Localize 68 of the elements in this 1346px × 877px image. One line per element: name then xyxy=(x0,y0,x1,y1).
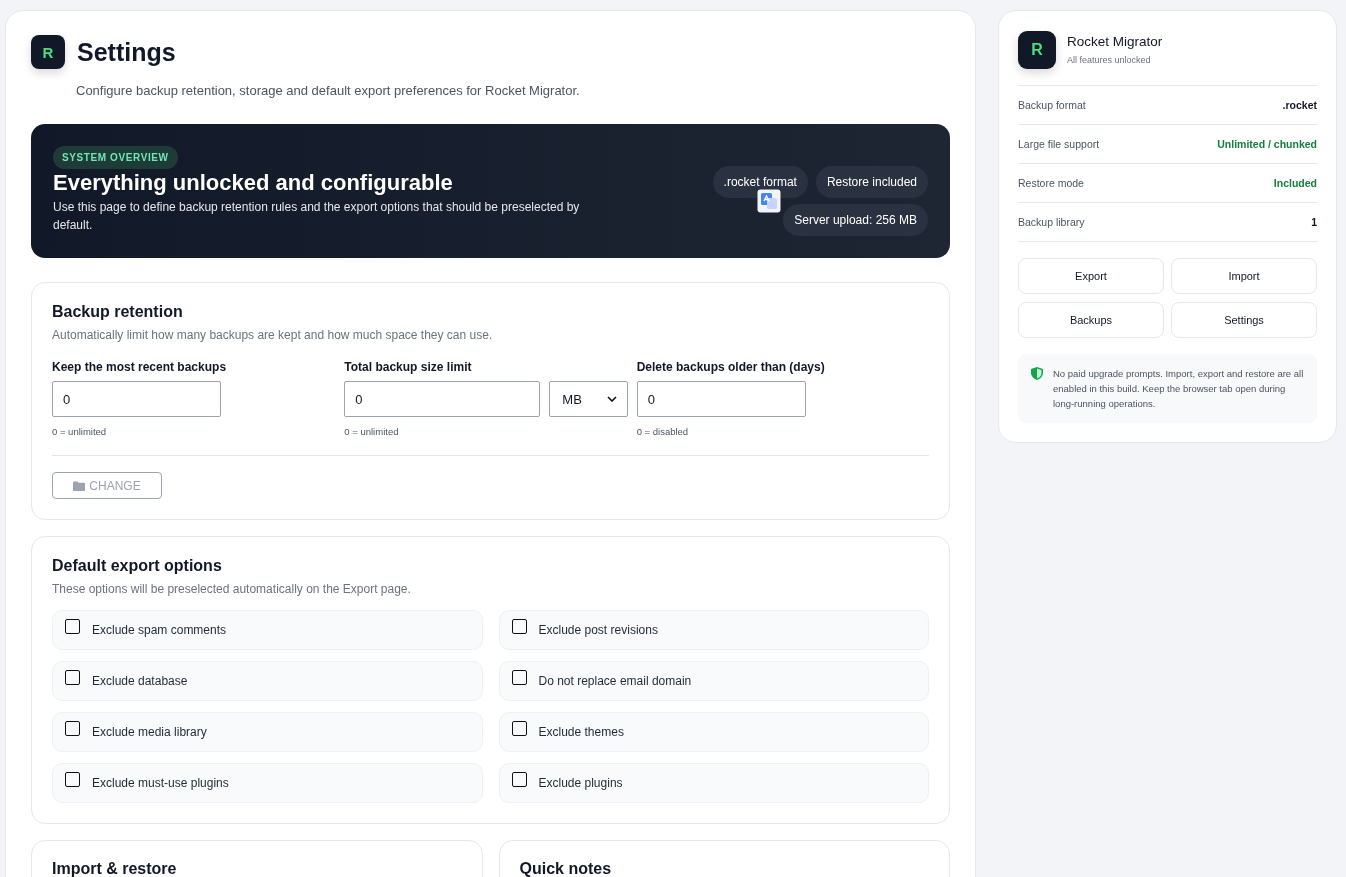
input-field[interactable]: 0 xyxy=(636,381,806,417)
option-row[interactable]: Exclude spam comments xyxy=(52,610,483,650)
checkbox[interactable] xyxy=(65,669,80,685)
option-label: Do not replace email domain xyxy=(538,674,692,688)
section-subtitle: Automatically limit how many backups are kept and how much space they can use. xyxy=(52,328,494,342)
info-chip: .rocket format xyxy=(712,166,808,198)
stat-value: 1 xyxy=(1311,216,1317,228)
folder-icon xyxy=(73,480,86,491)
section-title: Quick notes xyxy=(519,860,613,877)
app-logo: R xyxy=(31,35,65,69)
section-title: Default export options xyxy=(52,557,223,575)
option-label: Exclude database xyxy=(92,674,188,688)
stat-value: Unlimited / chunked xyxy=(1217,138,1317,150)
option-label: Exclude must-use plugins xyxy=(92,776,229,790)
option-row[interactable]: Exclude media library xyxy=(52,712,483,752)
section-title: Import & restore xyxy=(52,860,178,877)
option-row[interactable]: Exclude plugins xyxy=(498,763,929,803)
nav-button[interactable]: Settings xyxy=(1171,302,1317,338)
option-row[interactable]: Exclude themes xyxy=(498,712,929,752)
section-title: Backup retention xyxy=(52,303,184,321)
stat-label: Backup format xyxy=(1018,99,1086,111)
app-tagline: All features unlocked xyxy=(1067,55,1152,65)
field-hint: 0 = unlimited xyxy=(52,426,108,437)
stat-label: Backup library xyxy=(1018,216,1085,228)
field-hint: 0 = disabled xyxy=(636,426,690,437)
info-chip: Server upload: 256 MB xyxy=(783,204,928,236)
overview-text: Use this page to define backup retention rules and the export options that should be preselected by default. xyxy=(53,199,581,234)
shield-icon xyxy=(1031,367,1043,380)
checkbox[interactable] xyxy=(65,720,80,736)
input-field[interactable]: 0 xyxy=(344,381,541,417)
option-label: Exclude themes xyxy=(538,725,624,739)
field-label: Total backup size limit xyxy=(344,360,473,374)
nav-button[interactable]: Export xyxy=(1018,258,1164,294)
checkbox[interactable] xyxy=(511,720,527,736)
option-label: Exclude spam comments xyxy=(92,623,227,637)
checkbox[interactable] xyxy=(511,771,527,787)
stat-value: Included xyxy=(1273,177,1317,189)
option-row[interactable]: Exclude post revisions xyxy=(498,610,929,650)
stat-label: Large file support xyxy=(1018,138,1100,150)
checkbox[interactable] xyxy=(511,669,527,685)
stat-label: Restore mode xyxy=(1018,177,1084,189)
section-subtitle: These options will be preselected automatically on the Export page. xyxy=(52,582,412,596)
chevron-down-icon xyxy=(607,396,618,402)
checkbox[interactable] xyxy=(65,771,80,787)
app-name: Rocket Migrator xyxy=(1067,34,1163,49)
option-label: Exclude plugins xyxy=(538,776,623,790)
note-text: No paid upgrade prompts. Import, export and restore are all enabled in this build. Keep the browser tab open during long-running operations. xyxy=(1053,367,1305,411)
option-row[interactable]: Exclude must-use plugins xyxy=(52,763,483,803)
option-label: Exclude post revisions xyxy=(538,623,658,637)
field-label: Keep the most recent backups xyxy=(52,360,228,374)
stat-value: .rocket xyxy=(1282,99,1317,111)
info-chip: Restore included xyxy=(815,166,928,198)
page-title: Settings xyxy=(77,37,176,67)
app-logo: R xyxy=(1018,31,1056,69)
nav-button[interactable]: Backups xyxy=(1018,302,1164,338)
checkbox[interactable] xyxy=(511,618,527,634)
option-row[interactable]: Do not replace email domain xyxy=(498,661,929,701)
field-label: Delete backups older than (days) xyxy=(636,360,826,374)
input-field[interactable]: 0 xyxy=(52,381,221,417)
page-subtitle: Configure backup retention, storage and default export preferences for Rocket Migrator. xyxy=(76,83,581,98)
option-row[interactable]: Exclude database xyxy=(52,661,483,701)
option-label: Exclude media library xyxy=(92,725,207,739)
unit-dropdown[interactable]: MB xyxy=(549,381,629,417)
field-hint: 0 = unlimited xyxy=(344,426,400,437)
checkbox[interactable] xyxy=(65,618,80,634)
overview-title: Everything unlocked and configurable xyxy=(53,170,454,196)
overview-badge: SYSTEM OVERVIEW xyxy=(53,146,178,169)
nav-button[interactable]: Import xyxy=(1171,258,1317,294)
